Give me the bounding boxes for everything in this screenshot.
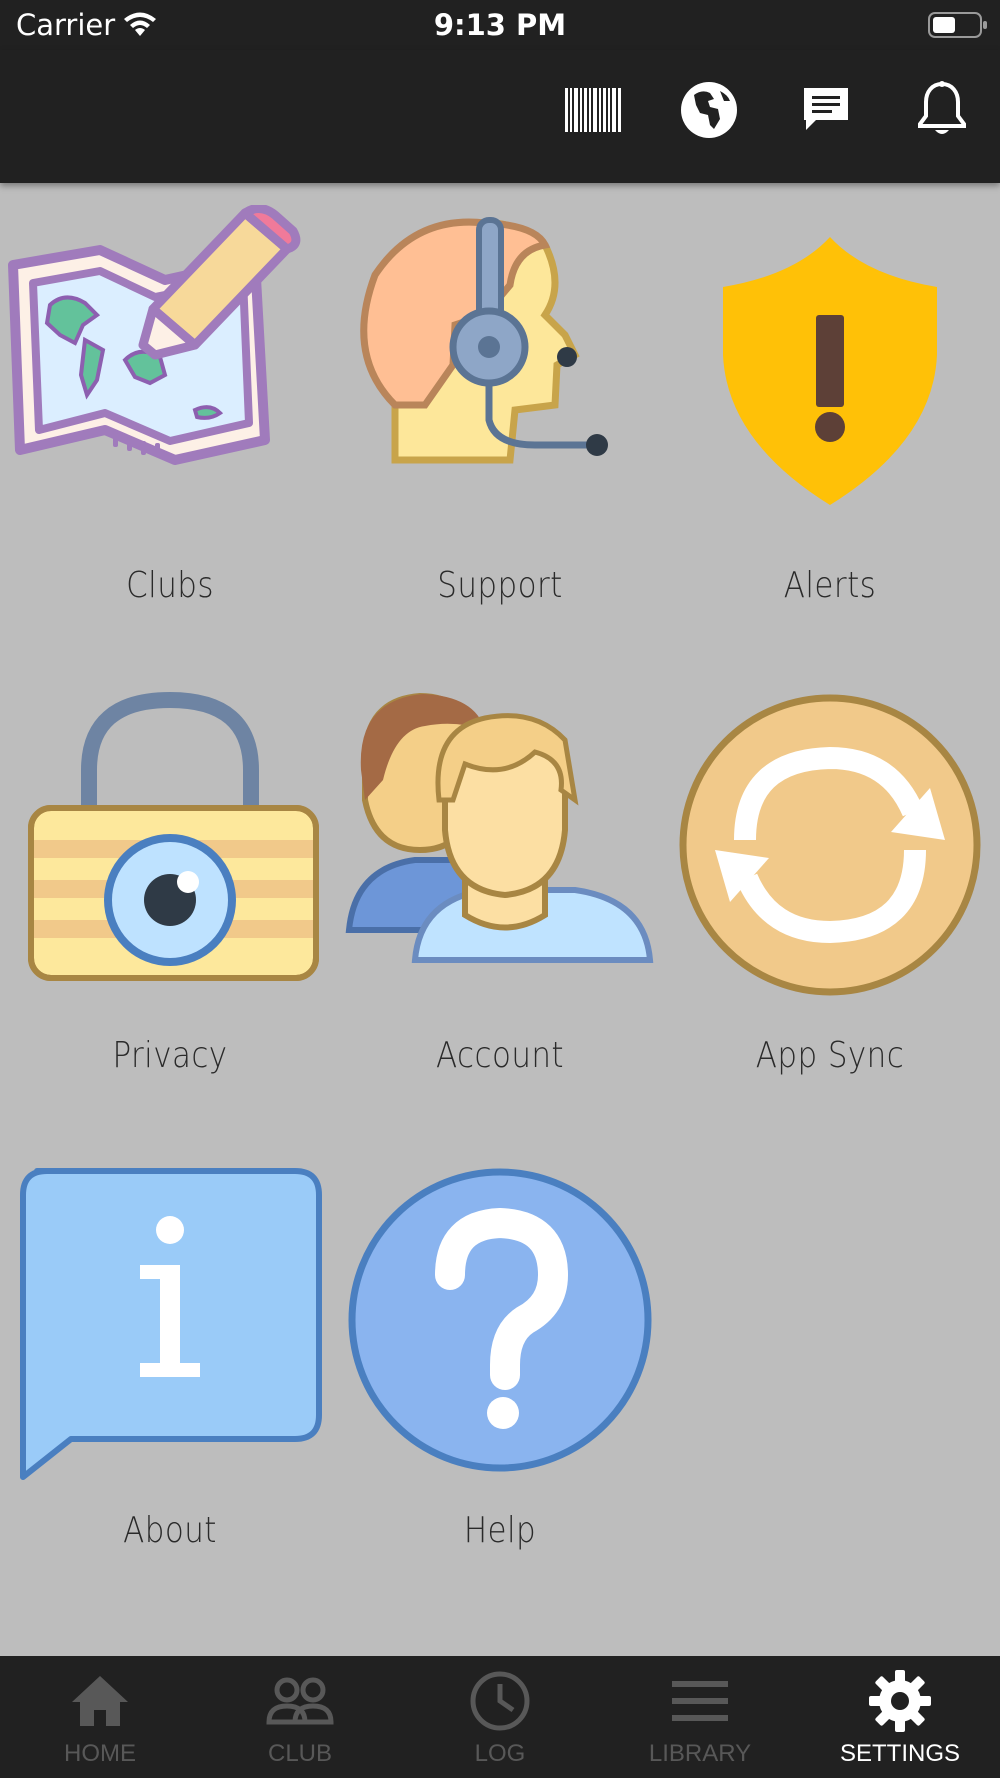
messages-button[interactable] (791, 75, 861, 145)
tab-settings[interactable]: SETTINGS (800, 1656, 1000, 1778)
tile-clubs[interactable]: Clubs (5, 205, 335, 615)
barcode-scan-button[interactable] (558, 75, 628, 145)
tab-label: LOG (474, 1740, 526, 1767)
library-icon (665, 1666, 735, 1736)
tile-support[interactable]: Support (335, 205, 665, 615)
tab-home[interactable]: HOME (0, 1656, 200, 1778)
warning-shield-icon (723, 237, 937, 505)
home-icon (65, 1666, 135, 1736)
tile-account[interactable]: Account (335, 690, 665, 1100)
barcode-icon (565, 88, 621, 132)
message-icon (804, 88, 848, 130)
tab-label: SETTINGS (839, 1740, 960, 1767)
tile-app-sync[interactable]: App Sync (665, 690, 995, 1100)
notifications-button[interactable] (907, 75, 977, 145)
privacy-lock-icon (28, 691, 319, 981)
map-edit-icon (8, 205, 301, 465)
info-icon (20, 1168, 322, 1480)
tile-label: Clubs (126, 565, 214, 606)
tile-label: Support (437, 565, 563, 606)
tile-label: App Sync (755, 1035, 905, 1076)
bottom-tab-bar: HOME CLUB LOG LIBRARY SETTINGS (0, 1656, 1000, 1778)
status-bar: Carrier 9:13 PM (0, 0, 1000, 50)
tile-label: Account (435, 1035, 565, 1076)
users-icon (345, 692, 654, 963)
tile-label: About (123, 1510, 217, 1551)
club-icon (265, 1666, 335, 1736)
battery-icon (928, 12, 988, 43)
status-time: 9:13 PM (433, 8, 567, 42)
help-icon (348, 1168, 652, 1472)
tile-label: Privacy (112, 1035, 228, 1076)
tile-help[interactable]: Help (335, 1165, 665, 1575)
top-app-bar (0, 50, 1000, 183)
tile-label: Alerts (783, 565, 877, 606)
tab-club[interactable]: CLUB (200, 1656, 400, 1778)
sync-icon (679, 694, 981, 996)
bell-icon (918, 81, 966, 134)
tab-log[interactable]: LOG (400, 1656, 600, 1778)
tile-about[interactable]: About (5, 1165, 335, 1575)
settings-screen: Carrier 9:13 PM Clubs Support Alerts Pri… (0, 0, 1000, 1778)
headset-icon (360, 217, 608, 464)
tab-library[interactable]: LIBRARY (600, 1656, 800, 1778)
globe-icon (681, 82, 737, 138)
globe-button[interactable] (674, 75, 744, 145)
tab-label: LIBRARY (648, 1740, 752, 1767)
tab-label: HOME (64, 1740, 136, 1767)
tab-label: CLUB (267, 1740, 333, 1767)
gear-icon (865, 1666, 935, 1736)
tile-alerts[interactable]: Alerts (665, 205, 995, 615)
tile-privacy[interactable]: Privacy (5, 690, 335, 1100)
tile-label: Help (463, 1510, 537, 1551)
clock-icon (465, 1666, 535, 1736)
